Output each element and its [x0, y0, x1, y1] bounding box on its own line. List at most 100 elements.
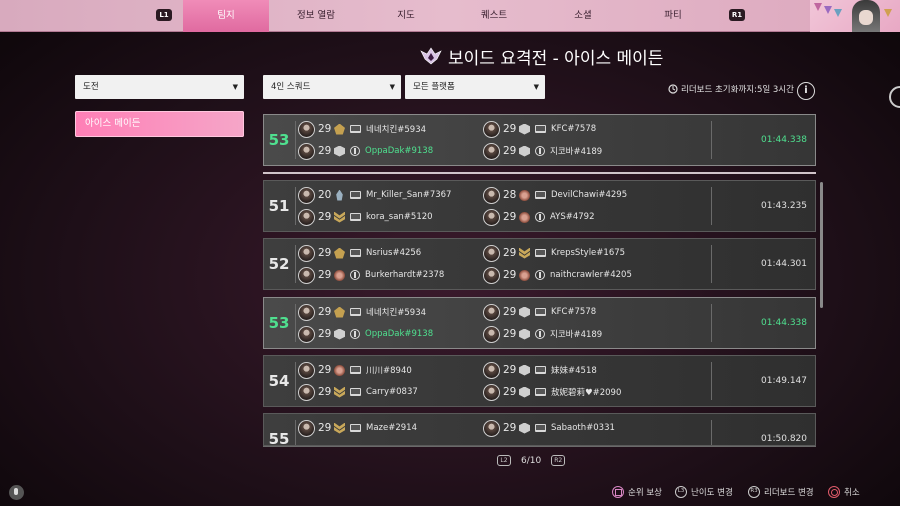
cancel-action[interactable]: 취소 — [828, 486, 860, 498]
leaderboard-row[interactable]: 51 20 Mr_Killer_San#7367 28 DevilChawi#4295 2… — [263, 180, 816, 232]
player-name: Burkerhardt#2378 — [365, 270, 445, 280]
player[interactable]: 29 지코바#4189 — [483, 325, 602, 343]
tab-info[interactable]: 정보 열람 — [273, 0, 359, 32]
caret-down-icon: ▼ — [232, 83, 238, 91]
player-portrait — [298, 186, 315, 204]
gold-rank-icon — [334, 306, 345, 318]
player-level: 29 — [318, 364, 332, 376]
player-portrait — [483, 419, 500, 437]
player[interactable]: 29 KrepsStyle#1675 — [483, 244, 625, 262]
player[interactable]: 28 DevilChawi#4295 — [483, 186, 627, 204]
player-level: 29 — [318, 386, 332, 398]
divider — [295, 121, 296, 159]
player-portrait — [483, 186, 500, 204]
tab-social[interactable]: 소셜 — [540, 0, 626, 32]
leaderboard-change-label: 리더보드 변경 — [764, 488, 814, 498]
microphone-icon[interactable] — [9, 485, 24, 500]
player[interactable]: 29 Maze#2914 — [298, 419, 417, 437]
reset-timer: 리더보드 초기화까지:5일 3시간 — [668, 83, 794, 95]
player-level: 29 — [503, 123, 517, 135]
profile-avatar[interactable] — [810, 0, 900, 32]
player[interactable]: 29 AYS#4792 — [483, 208, 595, 226]
leaderboard-change-action[interactable]: R3 리더보드 변경 — [748, 486, 814, 498]
player[interactable]: 29 naithcrawler#4205 — [483, 266, 632, 284]
player[interactable]: 29 네네치킨#5934 — [298, 120, 426, 138]
player[interactable]: 29 Burkerhardt#2378 — [298, 266, 444, 284]
player-level: 29 — [318, 269, 332, 281]
l3-button-icon: L3 — [675, 486, 687, 498]
l1-button[interactable]: L1 — [156, 9, 172, 21]
leaderboard-row[interactable]: 54 29 川川#8940 29 妹妹#4518 29 Carry#0837 29 敖妮碧莉♥#… — [263, 355, 816, 407]
player[interactable]: 29 Carry#0837 — [298, 383, 418, 401]
player-level: 29 — [503, 386, 517, 398]
sidebar-item-ice-maiden[interactable]: 아이스 메이든 — [75, 111, 244, 137]
player-portrait — [483, 120, 500, 138]
player-name: OppaDak#9138 — [365, 146, 434, 156]
player[interactable]: 29 네네치킨#5934 — [298, 303, 426, 321]
leaderboard-row[interactable]: 52 29 Nsrius#4256 29 KrepsStyle#1675 29 Burker… — [263, 238, 816, 290]
player-name: Mr_Killer_San#7367 — [366, 190, 452, 200]
silver-rank-icon — [334, 145, 345, 157]
tab-quests[interactable]: 퀘스트 — [451, 0, 537, 32]
difficulty-action[interactable]: L3 난이도 변경 — [675, 486, 733, 498]
silver-rank-icon — [519, 328, 530, 340]
silver-rank-icon — [334, 328, 345, 340]
platform-value: 모든 플랫폼 — [413, 82, 455, 92]
player[interactable]: 29 KFC#7578 — [483, 303, 596, 321]
pc-platform-icon — [535, 388, 546, 396]
playstation-platform-icon — [350, 146, 360, 156]
player-level: 29 — [318, 306, 332, 318]
player-name: Nsrius#4256 — [366, 248, 422, 258]
pc-platform-icon — [535, 125, 546, 133]
player-name: Sabaoth#0331 — [551, 423, 615, 433]
squad-dropdown[interactable]: 4인 스쿼드 ▼ — [263, 75, 401, 99]
r1-button[interactable]: R1 — [729, 9, 745, 21]
player[interactable]: 29 지코바#4189 — [483, 142, 602, 160]
silver-rank-icon — [519, 306, 530, 318]
player[interactable]: 29 敖妮碧莉♥#2090 — [483, 383, 621, 401]
player[interactable]: 29 kora_san#5120 — [298, 208, 433, 226]
player-level: 29 — [318, 123, 332, 135]
player-portrait — [298, 325, 315, 343]
info-icon[interactable]: i — [797, 82, 815, 100]
chev-rank-icon — [334, 422, 345, 434]
scrollbar[interactable] — [820, 182, 823, 308]
next-page-button[interactable]: R2 — [551, 455, 566, 466]
tab-party[interactable]: 파티 — [630, 0, 716, 32]
leaderboard-row[interactable]: 53 29 네네치킨#5934 29 KFC#7578 29 OppaDak#9138 29 지… — [263, 114, 816, 166]
player[interactable]: 29 OppaDak#9138 — [298, 325, 433, 343]
pc-platform-icon — [350, 213, 361, 221]
player-name: Carry#0837 — [366, 387, 418, 397]
rewards-action[interactable]: 순위 보상 — [612, 486, 662, 498]
tab-map[interactable]: 지도 — [363, 0, 449, 32]
player[interactable]: 29 OppaDak#9138 — [298, 142, 433, 160]
clear-time: 01:44.301 — [761, 259, 807, 269]
player-portrait — [298, 419, 315, 437]
player-level: 29 — [318, 247, 332, 259]
platform-dropdown[interactable]: 모든 플랫폼 ▼ — [405, 75, 545, 99]
pc-platform-icon — [535, 249, 546, 257]
player[interactable]: 20 Mr_Killer_San#7367 — [298, 186, 451, 204]
leaderboard-row[interactable]: 53 29 네네치킨#5934 29 KFC#7578 29 OppaDak#9138 29 지… — [263, 297, 816, 349]
category-dropdown[interactable]: 도전 ▼ — [75, 75, 244, 99]
player-name: 지코바#4189 — [550, 330, 603, 340]
divider — [711, 420, 712, 445]
player-portrait — [483, 142, 500, 160]
player-name: kora_san#5120 — [366, 212, 433, 222]
pc-platform-icon — [350, 191, 361, 199]
player-name: AYS#4792 — [550, 212, 595, 222]
pc-platform-icon — [535, 424, 546, 432]
player[interactable]: 29 妹妹#4518 — [483, 361, 597, 379]
leaderboard-row[interactable]: 55 29 Maze#2914 29 Sabaoth#0331 01:50.820 — [263, 413, 816, 446]
divider — [711, 362, 712, 400]
player[interactable]: 29 Nsrius#4256 — [298, 244, 421, 262]
player[interactable]: 29 Sabaoth#0331 — [483, 419, 615, 437]
clear-time: 01:44.338 — [761, 318, 807, 328]
chev-rank-icon — [334, 211, 345, 223]
player-portrait — [298, 303, 315, 321]
tab-team[interactable]: 팀지 — [183, 0, 269, 32]
prev-page-button[interactable]: L2 — [497, 455, 511, 466]
divider — [263, 446, 816, 447]
player[interactable]: 29 川川#8940 — [298, 361, 412, 379]
player[interactable]: 29 KFC#7578 — [483, 120, 596, 138]
